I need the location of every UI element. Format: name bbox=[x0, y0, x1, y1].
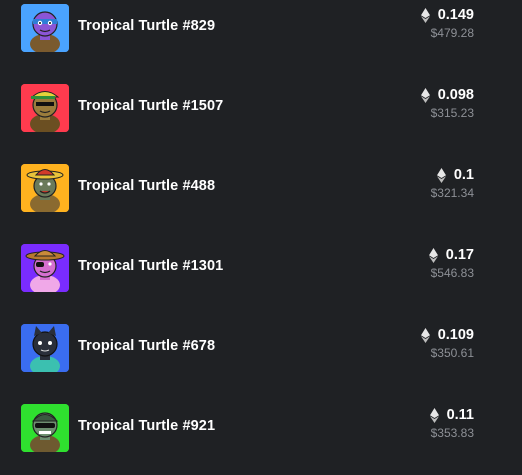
turtle-avatar-icon bbox=[21, 164, 69, 212]
item-name: Tropical Turtle #921 bbox=[78, 418, 216, 434]
usd-price: $350.61 bbox=[430, 346, 474, 360]
usd-price: $353.83 bbox=[430, 426, 474, 440]
price: 0.11 $353.83 bbox=[429, 404, 474, 440]
usd-price: $315.23 bbox=[430, 106, 474, 120]
price: 0.149 $479.28 bbox=[420, 4, 474, 40]
eth-price: 0.149 bbox=[437, 7, 474, 23]
eth-price: 0.11 bbox=[446, 407, 474, 423]
ethereum-icon bbox=[429, 407, 439, 423]
list-item[interactable]: Tropical Turtle #488 0.1 $321.34 bbox=[0, 164, 522, 212]
price: 0.109 $350.61 bbox=[420, 324, 474, 360]
ethereum-icon bbox=[420, 87, 430, 103]
price: 0.1 $321.34 bbox=[431, 164, 474, 200]
ethereum-icon bbox=[420, 327, 430, 343]
usd-price: $479.28 bbox=[430, 26, 474, 40]
eth-price: 0.098 bbox=[437, 87, 474, 103]
item-name: Tropical Turtle #829 bbox=[78, 18, 216, 34]
nft-list: Tropical Turtle #829 0.149 $479.28 Tropi… bbox=[0, 0, 522, 475]
price: 0.098 $315.23 bbox=[420, 84, 474, 120]
turtle-avatar-icon bbox=[21, 84, 69, 132]
item-name: Tropical Turtle #488 bbox=[78, 178, 216, 194]
price: 0.17 $546.83 bbox=[428, 244, 474, 280]
turtle-avatar-icon bbox=[21, 244, 69, 292]
ethereum-icon bbox=[428, 247, 438, 263]
item-name: Tropical Turtle #1507 bbox=[78, 98, 224, 114]
turtle-avatar-icon bbox=[21, 4, 69, 52]
eth-price: 0.1 bbox=[453, 167, 474, 183]
list-item[interactable]: Tropical Turtle #678 0.109 $350.61 bbox=[0, 324, 522, 372]
eth-price: 0.109 bbox=[437, 327, 474, 343]
eth-price: 0.17 bbox=[445, 247, 474, 263]
usd-price: $321.34 bbox=[430, 186, 474, 200]
ethereum-icon bbox=[436, 167, 446, 183]
item-name: Tropical Turtle #678 bbox=[78, 338, 216, 354]
item-name: Tropical Turtle #1301 bbox=[78, 258, 224, 274]
list-item[interactable]: Tropical Turtle #829 0.149 $479.28 bbox=[0, 4, 522, 52]
list-item[interactable]: Tropical Turtle #1507 0.098 $315.23 bbox=[0, 84, 522, 132]
list-item[interactable]: Tropical Turtle #921 0.11 $353.83 bbox=[0, 404, 522, 452]
ethereum-icon bbox=[420, 7, 430, 23]
turtle-avatar-icon bbox=[21, 404, 69, 452]
turtle-avatar-icon bbox=[21, 324, 69, 372]
usd-price: $546.83 bbox=[430, 266, 474, 280]
list-item[interactable]: Tropical Turtle #1301 0.17 $546.83 bbox=[0, 244, 522, 292]
